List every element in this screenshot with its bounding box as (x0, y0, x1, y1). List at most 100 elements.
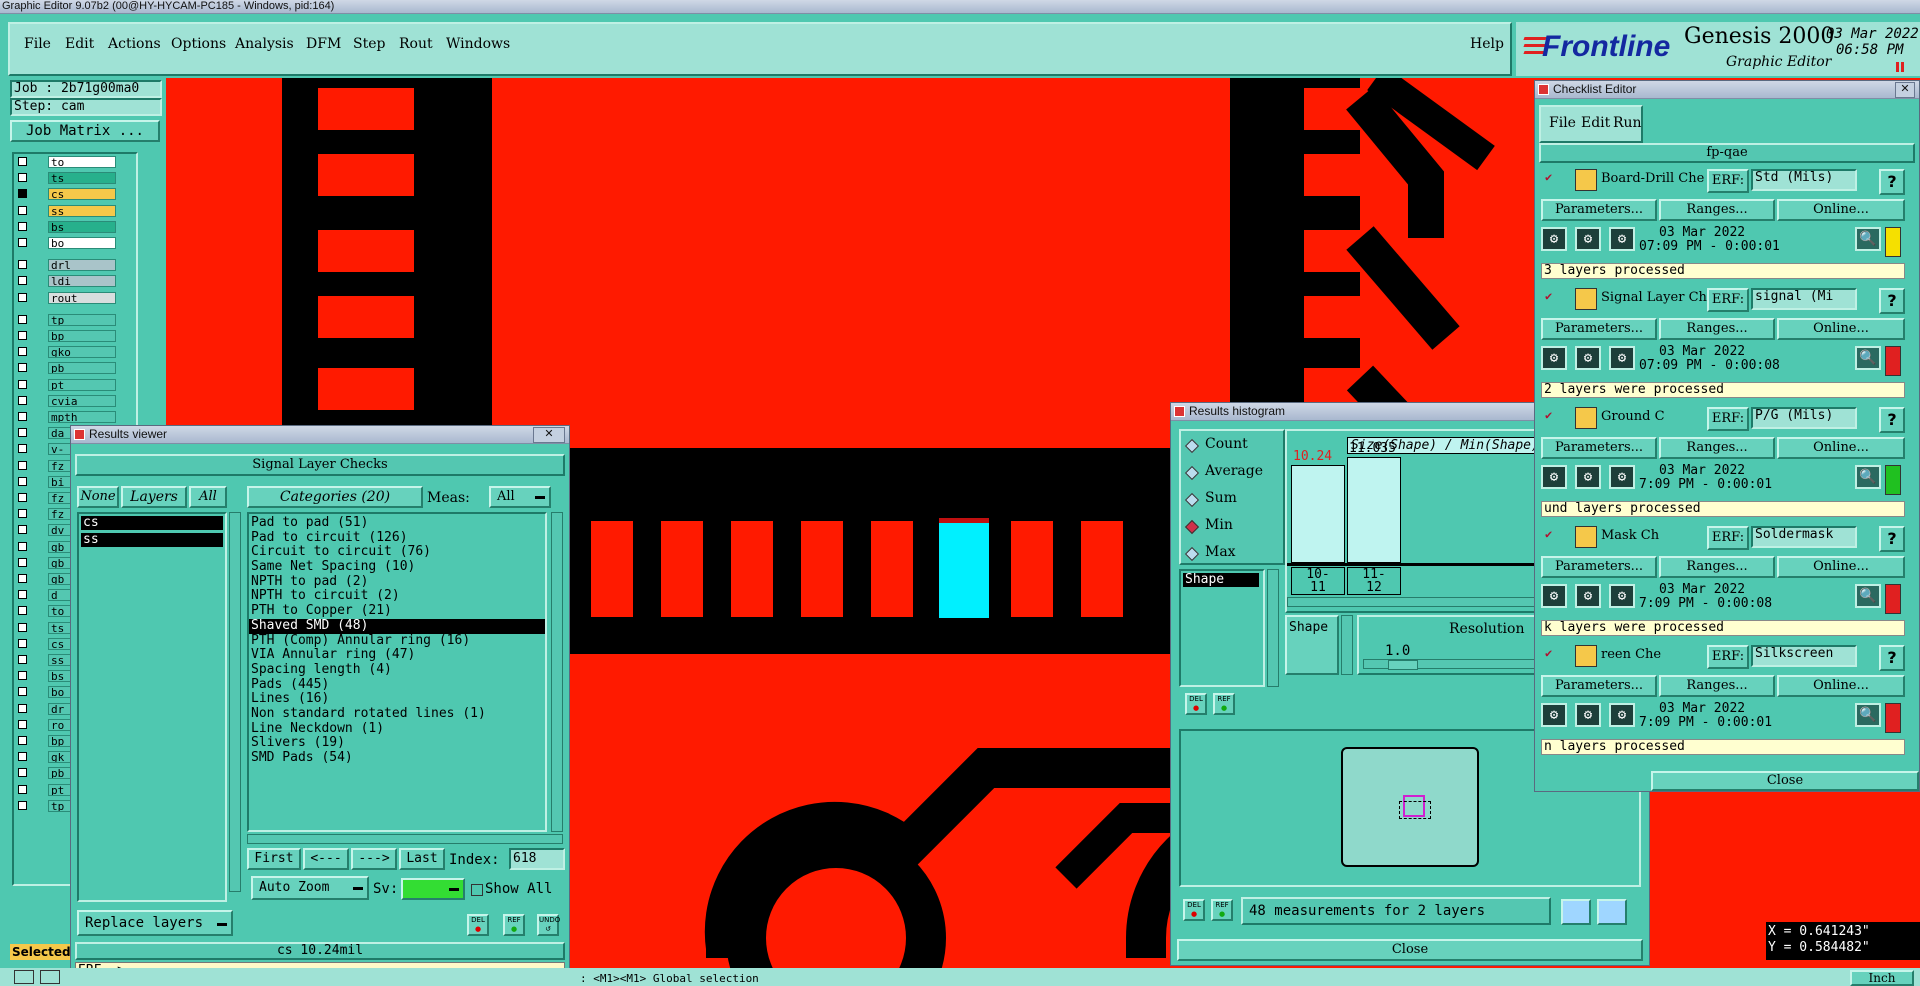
layer-list-scrollbar[interactable] (229, 512, 241, 892)
help-button[interactable]: ? (1879, 169, 1905, 195)
layers-button[interactable]: Layers (121, 486, 187, 508)
layer-row[interactable]: mpth (18, 411, 118, 423)
layer-list-item[interactable]: ss (81, 533, 223, 547)
histogram-del-button[interactable]: DEL ● (1185, 693, 1207, 715)
menu-file[interactable]: File (24, 36, 51, 52)
layer-row[interactable]: cvia (18, 394, 118, 407)
menu-options[interactable]: Options (171, 36, 226, 52)
check-enabled-icon[interactable]: ✔ (1545, 171, 1557, 183)
run-icon[interactable]: ⚙ (1575, 703, 1601, 727)
layer-checkbox[interactable] (18, 768, 27, 778)
layer-checkbox[interactable] (18, 687, 27, 697)
del-button[interactable]: DEL ● (467, 914, 489, 936)
layer-row[interactable]: to (18, 156, 118, 168)
category-item[interactable]: Non standard rotated lines (1) (249, 706, 545, 722)
checklist-menu-file[interactable]: File (1549, 115, 1576, 131)
category-item[interactable]: SMD Pads (54) (249, 750, 545, 766)
category-item[interactable]: Slivers (19) (249, 736, 545, 751)
run-icon[interactable]: ⚙ (1609, 584, 1635, 608)
run-icon[interactable]: ⚙ (1541, 584, 1567, 608)
ranges-button[interactable]: Ranges... (1659, 199, 1775, 221)
first-button[interactable]: First (247, 848, 301, 870)
layer-checkbox[interactable] (18, 509, 27, 519)
layer-row[interactable]: bs (18, 220, 118, 233)
layer-checkbox[interactable] (18, 736, 27, 745)
run-icon[interactable]: ⚙ (1609, 227, 1635, 251)
ranges-button[interactable]: Ranges... (1659, 556, 1775, 578)
layer-checkbox[interactable] (18, 173, 27, 183)
layer-checkbox[interactable] (18, 428, 27, 438)
layer-checkbox[interactable] (18, 476, 27, 486)
meas-dropdown[interactable]: All (489, 486, 551, 508)
zoom-out-icon[interactable] (1597, 899, 1627, 925)
online-button[interactable]: Online... (1777, 318, 1905, 340)
erf-value[interactable]: Silkscreen (1751, 645, 1857, 667)
shape-list-item[interactable]: Shape (1183, 573, 1259, 587)
replace-layers-dropdown[interactable]: Replace layers (77, 910, 233, 936)
help-button[interactable]: ? (1879, 526, 1905, 552)
erf-button[interactable]: ERF: (1707, 169, 1749, 193)
layer-row[interactable]: pt (18, 378, 118, 391)
erf-button[interactable]: ERF: (1707, 288, 1749, 312)
category-item[interactable]: Pad to circuit (126) (249, 530, 545, 546)
layer-list-item[interactable]: cs (81, 516, 223, 530)
menu-rout[interactable]: Rout (399, 36, 433, 52)
layer-checkbox[interactable] (18, 655, 27, 664)
layer-checkbox[interactable] (18, 347, 27, 357)
layer-checkbox[interactable] (18, 189, 27, 199)
auto-zoom-dropdown[interactable]: Auto Zoom (251, 876, 369, 900)
erf-value[interactable]: P/G (Mils) (1751, 407, 1857, 429)
menu-analysis[interactable]: Analysis (235, 36, 294, 52)
category-hscroll[interactable] (247, 834, 563, 844)
layer-row[interactable]: bo (18, 237, 118, 249)
menu-dfm[interactable]: DFM (306, 36, 341, 52)
run-icon[interactable]: ⚙ (1541, 346, 1567, 370)
layer-row[interactable]: ss (18, 204, 118, 217)
run-icon[interactable]: ⚙ (1609, 465, 1635, 489)
check-name[interactable]: reen Che (1601, 647, 1707, 662)
layer-checkbox[interactable] (18, 752, 27, 762)
help-button[interactable]: ? (1879, 288, 1905, 314)
shape-list-scrollbar[interactable] (1267, 569, 1279, 687)
category-item[interactable]: Same Net Spacing (10) (249, 559, 545, 575)
shape-scroll[interactable] (1341, 615, 1353, 675)
run-icon[interactable]: ⚙ (1541, 703, 1567, 727)
category-item[interactable]: NPTH to circuit (2) (249, 589, 545, 604)
layer-row[interactable]: rout (18, 291, 118, 304)
checklist-menu-run[interactable]: Run (1613, 115, 1642, 131)
run-icon[interactable]: ⚙ (1541, 227, 1567, 251)
layer-checkbox[interactable] (18, 363, 27, 373)
layer-checkbox[interactable] (18, 260, 27, 270)
layer-row[interactable]: tp (18, 313, 118, 326)
shape-button[interactable]: Shape (1285, 615, 1339, 675)
erf-value[interactable]: Soldermask (1751, 526, 1857, 548)
index-input[interactable]: 618 (509, 848, 565, 870)
category-item[interactable]: PTH (Comp) Annular ring (16) (249, 633, 545, 649)
parameters-button[interactable]: Parameters... (1541, 437, 1657, 459)
layer-checkbox[interactable] (18, 395, 27, 405)
magnify-icon[interactable]: 🔍 (1855, 346, 1881, 370)
check-name[interactable]: Mask Ch (1601, 528, 1707, 543)
help-button[interactable]: ? (1879, 407, 1905, 433)
category-item[interactable]: Shaved SMD (48) (249, 618, 545, 634)
histogram-close-button[interactable]: Close (1177, 939, 1643, 961)
radio-max[interactable] (1184, 546, 1200, 562)
layer-row[interactable]: gko (18, 346, 118, 359)
layer-checkbox[interactable] (18, 331, 27, 340)
magnify-icon[interactable]: 🔍 (1855, 227, 1881, 251)
footer-ref-button[interactable]: REF ● (1211, 899, 1233, 921)
category-item[interactable]: VIA Annular ring (47) (249, 647, 545, 663)
undo-button[interactable]: UNDO ↺ (537, 914, 560, 936)
magnify-icon[interactable]: 🔍 (1855, 584, 1881, 608)
job-matrix-button[interactable]: Job Matrix ... (10, 120, 160, 142)
radio-min[interactable] (1184, 519, 1200, 535)
parameters-button[interactable]: Parameters... (1541, 675, 1657, 697)
categories-button[interactable]: Categories (20) (247, 486, 423, 508)
layer-checkbox[interactable] (18, 671, 27, 681)
online-button[interactable]: Online... (1777, 675, 1905, 697)
menu-help[interactable]: Help (1470, 36, 1504, 52)
last-button[interactable]: Last (399, 848, 445, 870)
layer-checkbox[interactable] (18, 314, 27, 324)
layer-checkbox[interactable] (18, 525, 27, 535)
close-icon[interactable]: ✕ (1895, 82, 1915, 98)
